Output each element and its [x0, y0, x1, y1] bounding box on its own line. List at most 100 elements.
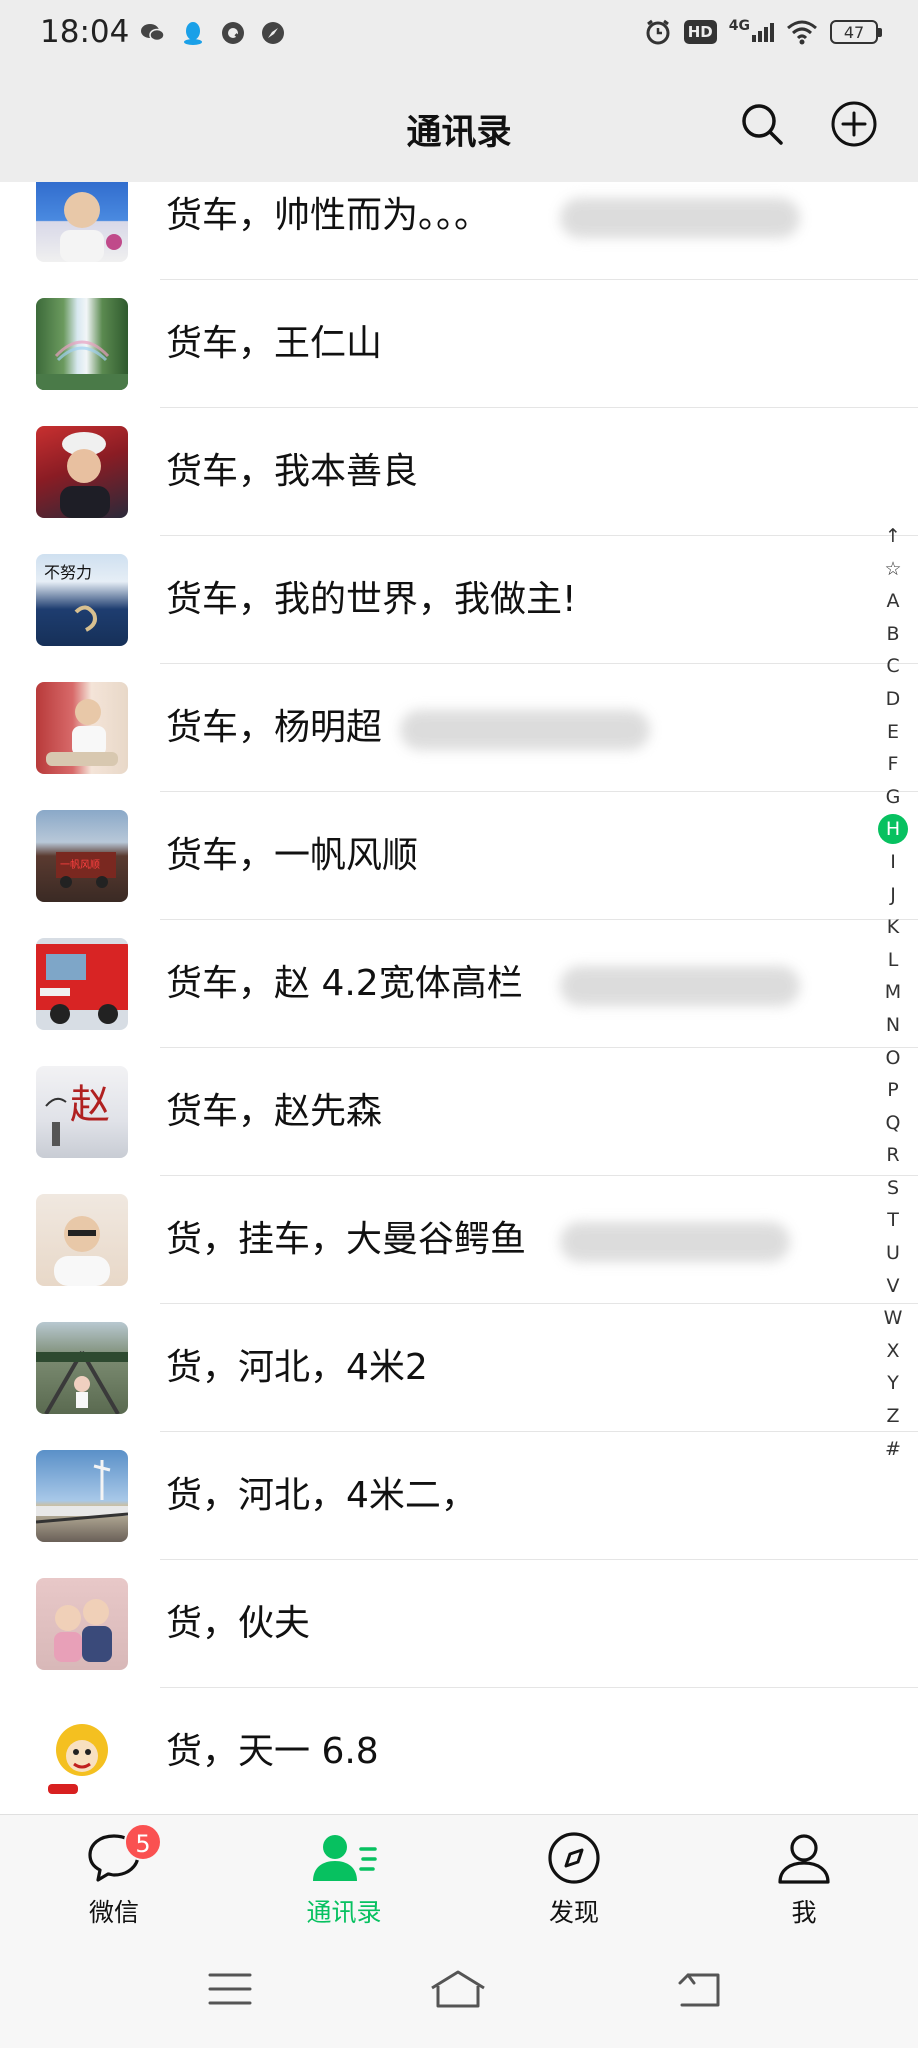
index-letter[interactable]: T	[876, 1204, 910, 1237]
search-icon	[742, 104, 783, 145]
index-letter-label: D	[885, 687, 901, 710]
index-letter[interactable]: A	[876, 585, 910, 618]
svg-text:一帆风顺: 一帆风顺	[60, 858, 100, 871]
index-letter[interactable]: W	[876, 1302, 910, 1335]
index-letter[interactable]: N	[876, 1009, 910, 1042]
notification-icons	[140, 20, 286, 46]
contact-avatar	[36, 1450, 128, 1542]
index-letter[interactable]: X	[876, 1335, 910, 1368]
index-letter[interactable]: D	[876, 683, 910, 716]
index-letter[interactable]: G	[876, 781, 910, 814]
index-letter[interactable]: #	[876, 1433, 910, 1466]
index-letter[interactable]: U	[876, 1237, 910, 1270]
contact-name: 货车，赵先森	[166, 1091, 383, 1132]
index-letter-label: #	[885, 1437, 901, 1460]
contact-avatar	[36, 298, 128, 390]
index-letter[interactable]: Y	[876, 1367, 910, 1400]
signal-icon: 4G	[729, 18, 774, 42]
index-letter[interactable]: E	[876, 716, 910, 749]
contact-row[interactable]: 货，河北，4米2	[0, 1304, 918, 1432]
index-letter[interactable]: O	[876, 1042, 910, 1075]
redacted-text	[560, 966, 800, 1006]
svg-text:赵: 赵	[70, 1082, 110, 1128]
index-letter-label: X	[886, 1339, 900, 1362]
battery-icon: 47	[830, 20, 882, 44]
index-letter[interactable]: K	[876, 911, 910, 944]
index-letter-label: V	[886, 1274, 900, 1297]
index-letter[interactable]: B	[876, 618, 910, 651]
index-letter-label: M	[884, 981, 902, 1004]
contact-name: 货，河北，4米二，	[166, 1475, 477, 1516]
contact-row[interactable]: 货车，我本善良	[0, 408, 918, 536]
index-letter[interactable]: M	[876, 976, 910, 1009]
index-letter[interactable]: C	[876, 650, 910, 683]
index-letter-label: N	[885, 1013, 901, 1036]
contact-row[interactable]: 货车，赵 4.2宽体高栏	[0, 920, 918, 1048]
tab-me[interactable]: 我	[734, 1829, 874, 1929]
index-letter-label: C	[886, 655, 900, 678]
add-button[interactable]	[828, 98, 880, 150]
contact-row[interactable]: 一帆风顺 货车，一帆风顺	[0, 792, 918, 920]
back-icon	[678, 1973, 720, 2007]
index-letter-label: K	[886, 916, 900, 939]
contact-name: 货车，帅性而为。。。	[166, 195, 491, 236]
redacted-text	[560, 1222, 790, 1262]
index-letter[interactable]: ☆	[876, 553, 910, 586]
contact-row[interactable]: 货车，王仁山	[0, 280, 918, 408]
contact-row[interactable]: 货，挂车，大曼谷鳄鱼	[0, 1176, 918, 1304]
tab-label: 发现	[548, 1898, 599, 1927]
hd-badge: HD	[683, 20, 717, 44]
unread-badge: 5	[124, 1823, 162, 1861]
contact-row[interactable]: 货车，杨明超	[0, 664, 918, 792]
wechat-icon	[141, 24, 165, 42]
tab-contacts[interactable]: 通讯录	[274, 1829, 414, 1929]
contact-avatar	[36, 1706, 128, 1798]
wifi-icon	[787, 20, 817, 45]
contact-avatar: 一帆风顺	[36, 810, 128, 902]
redacted-text	[400, 710, 650, 750]
tab-chats[interactable]: 5 微信	[44, 1823, 184, 1929]
index-letter-label: U	[886, 1242, 900, 1265]
index-letter[interactable]: F	[876, 748, 910, 781]
contact-row[interactable]: 货车，帅性而为。。。	[0, 182, 918, 280]
index-letter[interactable]: J	[876, 879, 910, 912]
index-letter[interactable]: Z	[876, 1400, 910, 1433]
index-letter[interactable]: P	[876, 1074, 910, 1107]
index-letter[interactable]: L	[876, 944, 910, 977]
search-button[interactable]	[736, 98, 788, 150]
contact-name: 货，河北，4米2	[166, 1347, 428, 1388]
index-letter[interactable]: R	[876, 1139, 910, 1172]
app-header: 通讯录	[0, 70, 918, 182]
contact-row[interactable]: 货，伙夫	[0, 1560, 918, 1688]
tab-discover[interactable]: 发现	[504, 1829, 644, 1929]
tab-label: 微信	[88, 1898, 139, 1927]
contact-row[interactable]: 赵 货车，赵先森	[0, 1048, 918, 1176]
menu-button[interactable]	[200, 1964, 260, 2014]
contact-row[interactable]: 不努力 货车，我的世界，我做主!	[0, 536, 918, 664]
index-letter[interactable]: H	[876, 813, 910, 846]
contact-row[interactable]: 货，天一 6.8	[0, 1688, 918, 1814]
compass-app-icon	[262, 22, 284, 44]
alarm-icon	[646, 19, 670, 45]
back-button[interactable]	[668, 1964, 728, 2014]
index-letter[interactable]: ↑	[876, 520, 910, 553]
index-letter-label: B	[886, 622, 900, 645]
alphabet-index[interactable]: ↑ ☆ A B C D E F G H I J K L M N O P Q R S T U V W X Y Z #	[876, 520, 910, 1465]
index-letter[interactable]: I	[876, 846, 910, 879]
index-letter[interactable]: Q	[876, 1107, 910, 1140]
contact-avatar	[36, 1194, 128, 1286]
home-button[interactable]	[428, 1964, 488, 2014]
contact-name: 货，挂车，大曼谷鳄鱼	[166, 1219, 527, 1260]
index-letter[interactable]: S	[876, 1172, 910, 1205]
redacted-text	[560, 198, 800, 238]
index-letter-label: ↑	[885, 525, 901, 547]
index-letter-label: L	[887, 948, 899, 971]
add-circle-icon	[831, 101, 877, 147]
q-app-icon	[222, 22, 244, 44]
contact-name: 货车，王仁山	[166, 323, 383, 364]
contact-row[interactable]: 货，河北，4米二，	[0, 1432, 918, 1560]
index-letter[interactable]: V	[876, 1270, 910, 1303]
index-letter-label: F	[887, 753, 899, 776]
contact-avatar	[36, 682, 128, 774]
compass-icon	[548, 1832, 600, 1884]
